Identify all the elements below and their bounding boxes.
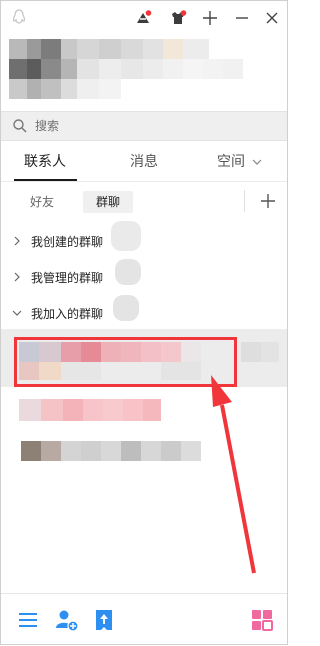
qq-penguin-icon xyxy=(11,9,27,25)
group-created[interactable]: 我创建的群聊 xyxy=(1,221,287,257)
tab-space[interactable]: 空间 xyxy=(217,151,262,171)
title-bar xyxy=(1,1,287,37)
close-icon[interactable] xyxy=(261,7,283,29)
create-group-plus-icon[interactable] xyxy=(257,190,279,212)
group-created-label: 我创建的群聊 xyxy=(31,235,104,249)
menu-icon[interactable] xyxy=(15,607,41,633)
bottom-divider xyxy=(1,593,287,594)
tabs-divider xyxy=(1,181,287,182)
tab-contacts[interactable]: 联系人 xyxy=(24,151,66,171)
window: 联系人 消息 空间 好友 群聊 我创建的群聊 我管理的群聊 我加入的群聊 xyxy=(0,0,288,645)
chevron-right-icon xyxy=(14,236,20,246)
search-bar[interactable] xyxy=(1,111,287,141)
minimize-icon[interactable] xyxy=(231,7,253,29)
chevron-down-icon xyxy=(12,310,22,316)
group-joined[interactable]: 我加入的群聊 xyxy=(1,295,287,329)
skin-icon[interactable] xyxy=(132,7,154,29)
subtab-friends[interactable]: 好友 xyxy=(17,191,67,213)
tab-messages[interactable]: 消息 xyxy=(130,151,158,171)
chevron-right-icon xyxy=(14,272,20,282)
list-item[interactable] xyxy=(1,441,287,465)
profile-card[interactable] xyxy=(9,39,281,101)
subtab-separator xyxy=(244,190,245,212)
chevron-down-icon xyxy=(253,159,262,165)
add-contact-icon[interactable] xyxy=(53,607,79,633)
upload-icon[interactable] xyxy=(91,607,117,633)
list-item[interactable] xyxy=(1,399,287,425)
plus-icon[interactable] xyxy=(199,7,221,29)
tab-space-label: 空间 xyxy=(217,154,245,170)
search-input[interactable] xyxy=(35,115,275,137)
search-icon xyxy=(12,118,28,134)
shirt-icon[interactable] xyxy=(167,7,189,29)
group-managed-label: 我管理的群聊 xyxy=(31,271,104,285)
group-joined-label: 我加入的群聊 xyxy=(31,307,104,321)
highlight-box xyxy=(14,337,237,387)
group-managed[interactable]: 我管理的群聊 xyxy=(1,259,287,293)
app-grid-icon[interactable] xyxy=(249,607,275,633)
subtab-group-chats[interactable]: 群聊 xyxy=(83,191,134,213)
